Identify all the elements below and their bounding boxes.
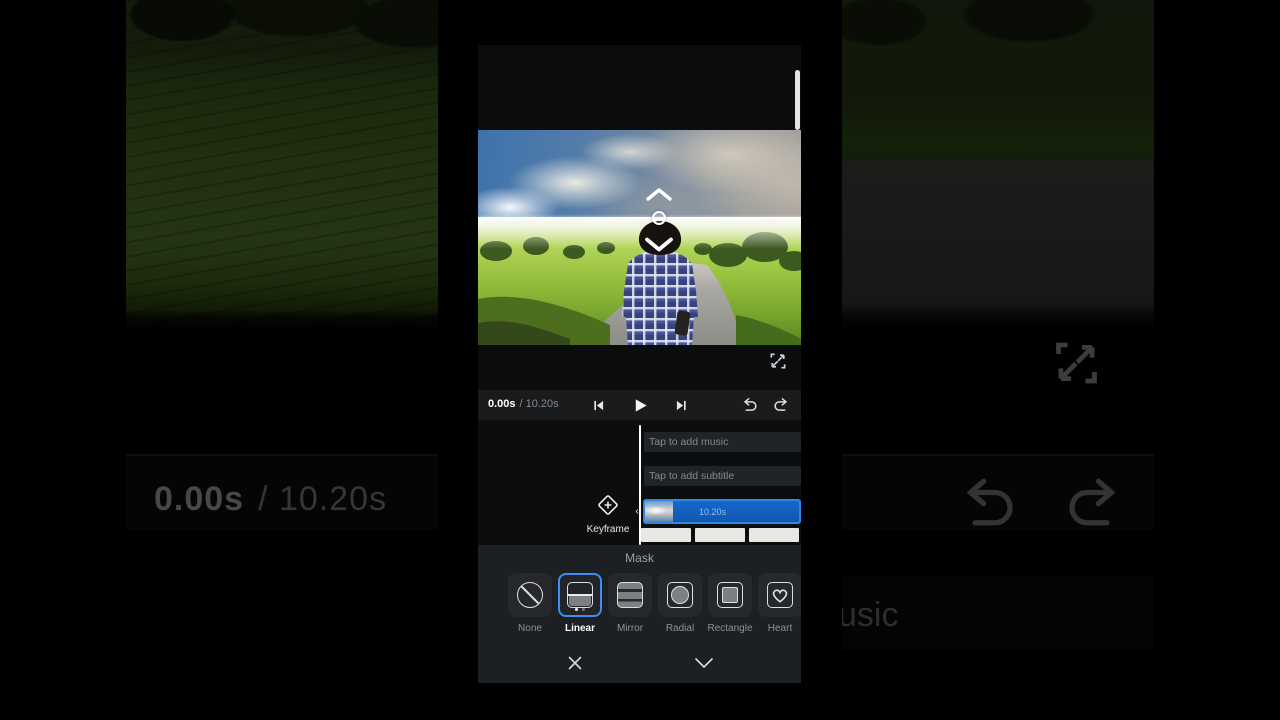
transport-bar: 0.00s / 10.20s: [478, 390, 801, 420]
close-icon: [567, 655, 583, 671]
mask-option-heart[interactable]: Heart: [758, 573, 801, 634]
background-time-current: 0.00s: [154, 480, 244, 518]
mask-option-mirror[interactable]: Mirror: [608, 573, 652, 634]
undo-icon: [952, 476, 1018, 532]
heart-mask-icon: [767, 582, 793, 608]
rectangle-mask-icon: [717, 582, 743, 608]
masked-sky-region: [478, 130, 801, 218]
mask-option-rectangle[interactable]: Rectangle: [708, 573, 752, 634]
mask-option-label: Heart: [768, 623, 792, 634]
keyframe-label: Keyframe: [578, 524, 638, 535]
mask-handle-center[interactable]: [652, 211, 666, 225]
editor-phone-column: 0.00s / 10.20s Tap to add music: [478, 45, 801, 683]
mask-divider-line[interactable]: [478, 217, 801, 219]
mask-options-row: None Linear Mirror Radial: [508, 573, 801, 634]
mask-option-radial[interactable]: Radial: [658, 573, 702, 634]
clip-duration: 10.20s: [699, 507, 726, 517]
skip-next-button[interactable]: [671, 395, 691, 415]
mask-option-label: Radial: [666, 623, 694, 634]
video-frame: [478, 219, 801, 345]
check-icon: [694, 656, 714, 670]
background-blur-right: usic: [842, 0, 1154, 720]
filmstrip-frame: [641, 528, 691, 542]
video-editor-screen: 0.00s / 10.20s usic: [0, 0, 1280, 720]
mask-option-linear[interactable]: Linear: [558, 573, 602, 634]
add-music-row[interactable]: Tap to add music: [644, 432, 801, 452]
video-preview[interactable]: [478, 130, 801, 345]
confirm-button[interactable]: [691, 650, 717, 676]
playhead[interactable]: [639, 425, 641, 545]
time-total: / 10.20s: [520, 398, 559, 410]
timeline: Tap to add music Tap to add subtitle Key…: [478, 420, 801, 545]
filmstrip-frame: [749, 528, 799, 542]
skip-previous-button[interactable]: [588, 395, 608, 415]
background-time-text: 0.00s / 10.20s: [154, 480, 387, 519]
keyframe-button[interactable]: Keyframe: [578, 494, 638, 535]
scrollbar[interactable]: [795, 70, 800, 130]
mask-option-label: None: [518, 623, 542, 634]
fullscreen-button[interactable]: [768, 351, 788, 371]
mask-panel-title: Mask: [478, 551, 801, 565]
expand-icon: [1048, 336, 1105, 390]
keyframe-diamond-icon: [597, 494, 619, 516]
clip-thumbnail: [645, 501, 673, 522]
clip-trim-handle-left[interactable]: ‹: [630, 499, 644, 524]
mask-handle-down-icon[interactable]: [644, 236, 674, 253]
filmstrip-track[interactable]: [641, 528, 801, 542]
mask-option-label: Mirror: [617, 623, 643, 634]
mask-option-none[interactable]: None: [508, 573, 552, 634]
background-time-total: / 10.20s: [258, 480, 387, 518]
undo-button[interactable]: [739, 395, 759, 415]
add-music-label: Tap to add music: [649, 436, 728, 448]
add-subtitle-row[interactable]: Tap to add subtitle: [644, 466, 801, 486]
linear-mask-icon: [567, 582, 593, 608]
mask-option-label: Linear: [565, 623, 595, 634]
background-blur-left: 0.00s / 10.20s: [126, 0, 438, 720]
cancel-button[interactable]: [562, 650, 588, 676]
mask-handle-up-icon[interactable]: [645, 186, 673, 202]
mirror-mask-icon: [617, 582, 643, 608]
redo-button[interactable]: [772, 395, 792, 415]
mask-option-label: Rectangle: [707, 623, 752, 634]
redo-icon: [1064, 476, 1130, 532]
radial-mask-icon: [667, 582, 693, 608]
page-indicator-dots: [560, 608, 600, 611]
selected-video-clip[interactable]: 10.20s: [643, 499, 801, 524]
time-current: 0.00s: [488, 398, 516, 410]
play-button[interactable]: [630, 395, 650, 415]
add-subtitle-label: Tap to add subtitle: [649, 470, 734, 482]
none-mask-icon: [517, 582, 543, 608]
time-display: 0.00s / 10.20s: [488, 398, 559, 410]
background-partial-text: usic: [842, 596, 898, 635]
mask-panel: Mask None Linear Mirror: [478, 545, 801, 683]
filmstrip-frame: [695, 528, 745, 542]
